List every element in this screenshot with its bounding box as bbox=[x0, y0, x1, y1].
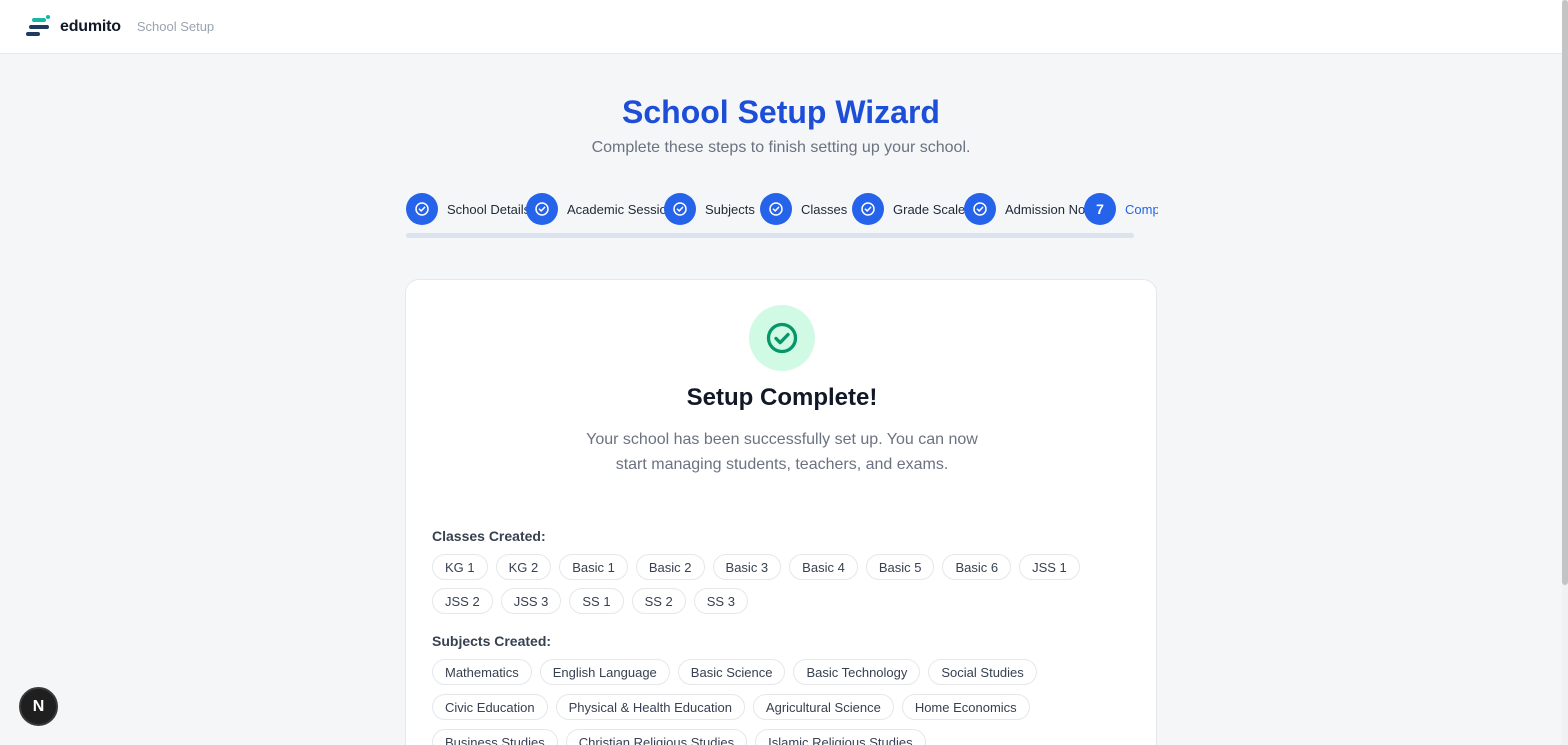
class-chip: Basic 2 bbox=[635, 554, 705, 580]
subject-chip: Social Studies bbox=[928, 659, 1037, 685]
header-section-label: School Setup bbox=[136, 19, 215, 34]
class-chip: JSS 1 bbox=[1019, 554, 1080, 580]
brand-name: edumito bbox=[60, 17, 121, 35]
nextjs-dev-badge[interactable]: N bbox=[19, 687, 58, 726]
step-academic-session[interactable]: Academic Session bbox=[526, 193, 674, 225]
class-chip: KG 1 bbox=[432, 554, 488, 580]
subject-chip: English Language bbox=[539, 659, 670, 685]
page-title: School Setup Wizard bbox=[622, 94, 940, 130]
classes-chip-list: KG 1 KG 2 Basic 1 Basic 2 Basic 3 Basic … bbox=[432, 554, 1112, 614]
step-label: Subjects bbox=[705, 201, 755, 217]
class-chip: JSS 2 bbox=[432, 588, 493, 614]
class-chip: Basic 4 bbox=[789, 554, 858, 580]
step-label: Admission No bbox=[1005, 201, 1086, 217]
success-check-icon bbox=[749, 305, 815, 371]
class-chip: Basic 5 bbox=[865, 554, 935, 580]
progress-track bbox=[406, 233, 1134, 238]
subject-chip: Civic Education bbox=[432, 694, 548, 720]
logo-mark-icon bbox=[26, 14, 52, 39]
setup-complete-card: Setup Complete! Your school has been suc… bbox=[405, 279, 1157, 745]
step-subjects[interactable]: Subjects bbox=[664, 193, 755, 225]
page-subtitle: Complete these steps to finish setting u… bbox=[591, 139, 971, 156]
scrollbar-thumb[interactable] bbox=[1562, 0, 1568, 585]
step-label: Academic Session bbox=[567, 201, 674, 217]
card-description: Your school has been successfully set up… bbox=[586, 431, 978, 473]
step-admission-no[interactable]: Admission No bbox=[964, 193, 1085, 225]
dev-badge-letter: N bbox=[32, 697, 45, 715]
check-circle-icon bbox=[760, 193, 792, 225]
class-chip: SS 2 bbox=[631, 588, 686, 614]
subject-chip: Basic Technology bbox=[793, 659, 921, 685]
class-chip: SS 1 bbox=[569, 588, 624, 614]
subject-chip: Home Economics bbox=[901, 694, 1030, 720]
step-number: 7 bbox=[1096, 201, 1104, 217]
subject-chip: Agricultural Science bbox=[752, 694, 894, 720]
class-chip: Basic 1 bbox=[559, 554, 628, 580]
subjects-section-label: Subjects Created: bbox=[432, 633, 552, 649]
subject-chip: Physical & Health Education bbox=[555, 694, 745, 720]
class-chip: JSS 3 bbox=[500, 588, 562, 614]
step-label: Classes bbox=[801, 201, 848, 217]
check-circle-icon bbox=[964, 193, 996, 225]
check-circle-icon bbox=[664, 193, 696, 225]
step-number-badge: 7 bbox=[1084, 193, 1116, 225]
subjects-chip-list: Mathematics English Language Basic Scien… bbox=[432, 659, 1112, 745]
step-label: Grade Scale bbox=[893, 201, 966, 217]
step-grade-scale[interactable]: Grade Scale bbox=[852, 193, 965, 225]
subject-chip: Islamic Religious Studies bbox=[755, 729, 926, 745]
class-chip: Basic 3 bbox=[712, 554, 782, 580]
subject-chip: Business Studies bbox=[432, 729, 558, 745]
class-chip: Basic 6 bbox=[942, 554, 1012, 580]
subject-chip: Christian Religious Studies bbox=[565, 729, 748, 745]
card-title: Setup Complete! bbox=[686, 384, 878, 411]
step-school-details[interactable]: School Details bbox=[406, 193, 530, 225]
page-scrollbar[interactable] bbox=[1562, 0, 1568, 745]
check-circle-icon bbox=[852, 193, 884, 225]
step-label: Complete bbox=[1125, 201, 1158, 217]
class-chip: KG 2 bbox=[495, 554, 552, 580]
subject-chip: Basic Science bbox=[677, 659, 786, 685]
class-chip: SS 3 bbox=[693, 588, 748, 614]
step-complete[interactable]: 7 Complete bbox=[1084, 193, 1158, 225]
check-circle-icon bbox=[526, 193, 558, 225]
subject-chip: Mathematics bbox=[432, 659, 532, 685]
wizard-stepper: School Details Academic Session Subjects… bbox=[406, 193, 1158, 241]
step-classes[interactable]: Classes bbox=[760, 193, 847, 225]
check-circle-icon bbox=[406, 193, 438, 225]
top-bar: edumito School Setup bbox=[0, 0, 1562, 54]
classes-section-label: Classes Created: bbox=[432, 528, 546, 544]
step-label: School Details bbox=[447, 201, 531, 217]
brand-logo[interactable]: edumito bbox=[26, 14, 121, 39]
